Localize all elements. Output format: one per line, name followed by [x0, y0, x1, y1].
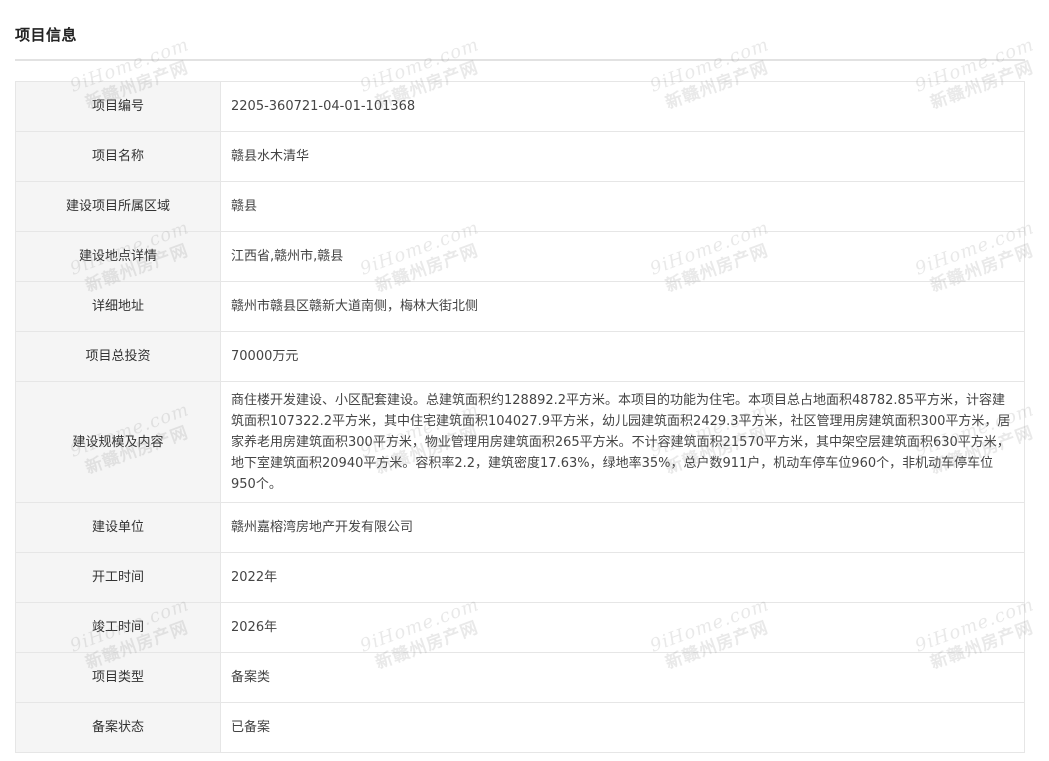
row-label: 竣工时间: [15, 602, 221, 653]
table-row: 项目类型 备案类: [15, 652, 1025, 703]
row-label: 备案状态: [15, 702, 221, 753]
table-row: 项目编号 2205-360721-04-01-101368: [15, 81, 1025, 132]
row-value: 2022年: [220, 552, 1025, 603]
row-value: 赣州嘉榕湾房地产开发有限公司: [220, 502, 1025, 553]
row-label: 项目类型: [15, 652, 221, 703]
table-row: 备案状态 已备案: [15, 702, 1025, 753]
row-label: 开工时间: [15, 552, 221, 603]
table-row: 详细地址 赣州市赣县区赣新大道南侧，梅林大街北侧: [15, 281, 1025, 332]
table-row: 竣工时间 2026年: [15, 602, 1025, 653]
project-info-table: 项目编号 2205-360721-04-01-101368 项目名称 赣县水木清…: [15, 81, 1025, 753]
row-value: 江西省,赣州市,赣县: [220, 231, 1025, 282]
row-label: 项目编号: [15, 81, 221, 132]
row-label: 建设项目所属区域: [15, 181, 221, 232]
row-label: 建设规模及内容: [15, 381, 221, 503]
row-value: 2026年: [220, 602, 1025, 653]
table-row: 项目名称 赣县水木清华: [15, 131, 1025, 182]
row-value: 赣县: [220, 181, 1025, 232]
row-value: 2205-360721-04-01-101368: [220, 81, 1025, 132]
row-label: 项目总投资: [15, 331, 221, 382]
row-label: 详细地址: [15, 281, 221, 332]
row-value: 赣县水木清华: [220, 131, 1025, 182]
table-row: 项目总投资 70000万元: [15, 331, 1025, 382]
row-label: 项目名称: [15, 131, 221, 182]
row-value: 赣州市赣县区赣新大道南侧，梅林大街北侧: [220, 281, 1025, 332]
row-value: 商住楼开发建设、小区配套建设。总建筑面积约128892.2平方米。本项目的功能为…: [220, 381, 1025, 503]
row-label: 建设单位: [15, 502, 221, 553]
section-title: 项目信息: [15, 26, 78, 44]
row-value: 备案类: [220, 652, 1025, 703]
table-row: 开工时间 2022年: [15, 552, 1025, 603]
title-divider: [15, 59, 1025, 61]
row-value: 已备案: [220, 702, 1025, 753]
row-value: 70000万元: [220, 331, 1025, 382]
table-row: 建设规模及内容 商住楼开发建设、小区配套建设。总建筑面积约128892.2平方米…: [15, 381, 1025, 503]
table-row: 建设项目所属区域 赣县: [15, 181, 1025, 232]
project-info-page: 项目信息 项目编号 2205-360721-04-01-101368 项目名称 …: [0, 0, 1049, 761]
row-label: 建设地点详情: [15, 231, 221, 282]
table-row: 建设地点详情 江西省,赣州市,赣县: [15, 231, 1025, 282]
table-row: 建设单位 赣州嘉榕湾房地产开发有限公司: [15, 502, 1025, 553]
